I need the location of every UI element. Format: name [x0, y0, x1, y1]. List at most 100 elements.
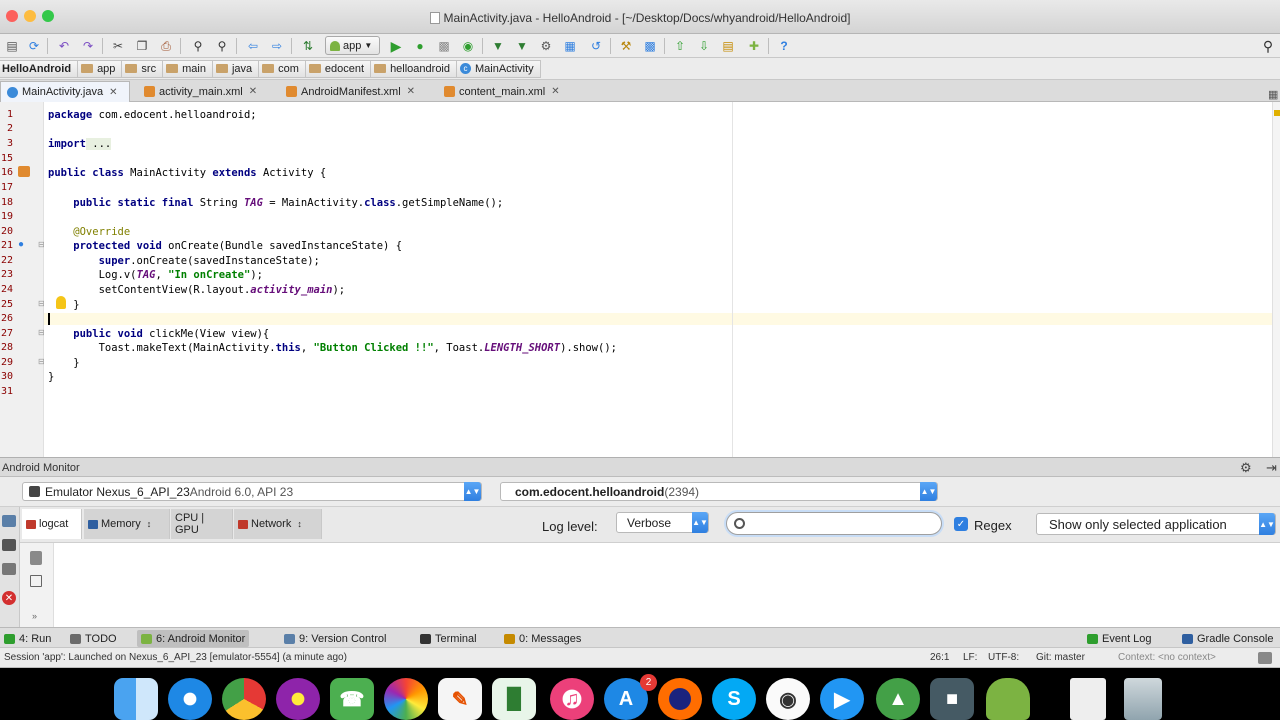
- screenshot-icon[interactable]: [2, 515, 16, 527]
- tool-tab-run[interactable]: 4: Run: [0, 630, 55, 647]
- trash-icon[interactable]: [30, 551, 42, 565]
- sync-icon[interactable]: ⟳: [26, 38, 42, 54]
- gradle-sync-icon[interactable]: ↺: [588, 38, 604, 54]
- copy-icon[interactable]: ❐: [134, 38, 150, 54]
- redo-icon[interactable]: ↷: [80, 38, 96, 54]
- lightbulb-icon[interactable]: [56, 296, 66, 309]
- debug-icon[interactable]: ●: [412, 38, 428, 54]
- push-icon[interactable]: ⇧: [672, 38, 688, 54]
- close-icon[interactable]: ✕: [551, 86, 559, 97]
- tool-tab-gradle-console[interactable]: Gradle Console: [1178, 630, 1277, 647]
- gear-icon[interactable]: ⚙: [1240, 460, 1252, 476]
- pages-icon[interactable]: ✎: [438, 678, 482, 720]
- system-info-icon[interactable]: [2, 563, 16, 575]
- fold-icon[interactable]: ⊟: [38, 328, 45, 337]
- vcs-icon[interactable]: ▤: [720, 38, 736, 54]
- layout-inspector-icon[interactable]: ▩: [642, 38, 658, 54]
- more-options-icon[interactable]: »: [32, 611, 37, 621]
- attach-debugger-icon[interactable]: ▩: [436, 38, 452, 54]
- terminate-app-icon[interactable]: ✕: [2, 591, 16, 605]
- process-select[interactable]: com.edocent.helloandroid (2394) ▲▼: [500, 482, 938, 501]
- android-studio-icon[interactable]: ▲: [876, 678, 920, 720]
- breadcrumb-src[interactable]: src: [122, 59, 164, 78]
- evernote-icon[interactable]: ◉: [766, 678, 810, 720]
- fold-icon[interactable]: ⊟: [38, 240, 45, 249]
- facetime-icon[interactable]: ☎: [330, 678, 374, 720]
- coverage-icon[interactable]: ◉: [460, 38, 476, 54]
- tab-content-main-xml[interactable]: content_main.xml ✕: [438, 81, 576, 102]
- tab-mainactivity-java[interactable]: MainActivity.java ✕: [0, 81, 130, 102]
- file-encoding[interactable]: UTF-8:: [988, 652, 1019, 663]
- tab-network[interactable]: Network ↕: [234, 509, 322, 539]
- close-icon[interactable]: ✕: [407, 86, 415, 97]
- search-input[interactable]: [751, 516, 931, 531]
- git-branch[interactable]: Git: master: [1036, 652, 1085, 663]
- breadcrumb-app[interactable]: app: [78, 59, 123, 78]
- tab-androidmanifest-xml[interactable]: AndroidManifest.xml ✕: [280, 81, 430, 102]
- photos-icon[interactable]: [384, 678, 428, 720]
- tool-tab-version-control[interactable]: 9: Version Control: [280, 630, 390, 647]
- finder-icon[interactable]: [114, 678, 158, 720]
- pull-icon[interactable]: ⇩: [696, 38, 712, 54]
- numbers-icon[interactable]: █: [492, 678, 536, 720]
- breadcrumb-project[interactable]: HelloAndroid: [0, 59, 79, 78]
- safari-icon[interactable]: [168, 678, 212, 720]
- breadcrumb-main[interactable]: main: [163, 59, 213, 78]
- itunes-icon[interactable]: ♫: [550, 678, 594, 720]
- find-icon[interactable]: ⚲: [190, 38, 206, 54]
- search-everywhere-icon[interactable]: ⚲: [1260, 38, 1276, 54]
- activity-marker-icon[interactable]: [18, 166, 30, 177]
- skype-icon[interactable]: S: [712, 678, 756, 720]
- tab-logcat[interactable]: logcat: [22, 509, 82, 539]
- breadcrumb-helloandroid[interactable]: helloandroid: [371, 59, 457, 78]
- device-monitor-icon[interactable]: ⚙: [538, 38, 554, 54]
- forward-icon[interactable]: ⇨: [269, 38, 285, 54]
- settings-icon[interactable]: ⚒: [618, 38, 634, 54]
- tool-tab-android-monitor[interactable]: 6: Android Monitor: [137, 630, 250, 647]
- avd-manager-icon[interactable]: ▼: [514, 38, 530, 54]
- logcat-filter-select[interactable]: Show only selected application ▲▼: [1036, 513, 1276, 535]
- device-select[interactable]: Emulator Nexus_6_API_23 Android 6.0, API…: [22, 482, 482, 501]
- tool-tab-terminal[interactable]: Terminal: [416, 630, 481, 647]
- project-structure-icon[interactable]: ▦: [562, 38, 578, 54]
- help-button[interactable]: ?: [776, 38, 792, 54]
- warning-marker[interactable]: [1274, 110, 1280, 116]
- android-device-icon[interactable]: ✚: [746, 38, 762, 54]
- cut-icon[interactable]: ✂: [110, 38, 126, 54]
- caret-position[interactable]: 26:1: [930, 652, 949, 663]
- sdk-manager-icon[interactable]: ▼: [490, 38, 506, 54]
- tool-tab-todo[interactable]: TODO: [66, 630, 121, 647]
- paste-icon[interactable]: ⎙: [158, 38, 174, 54]
- back-icon[interactable]: ⇦: [245, 38, 261, 54]
- run-icon[interactable]: ▶: [388, 38, 404, 54]
- tab-cpu-gpu[interactable]: CPU | GPU: [171, 509, 233, 539]
- event-icon[interactable]: [1258, 652, 1272, 664]
- android-emulator-icon[interactable]: [986, 678, 1030, 720]
- close-icon[interactable]: ✕: [249, 86, 257, 97]
- breadcrumb-edocent[interactable]: edocent: [305, 59, 372, 78]
- tab-memory[interactable]: Memory ↕: [84, 509, 170, 539]
- code-editor[interactable]: 1 2 3 15 16 17 18 19 20 21 22 23 24 25 2…: [0, 102, 1280, 457]
- firefox-icon[interactable]: [658, 678, 702, 720]
- chrome-icon[interactable]: [222, 678, 266, 720]
- fold-icon[interactable]: ⊟: [38, 357, 45, 366]
- scroll-to-end-icon[interactable]: [30, 575, 42, 587]
- screen-record-icon[interactable]: [2, 539, 16, 551]
- hide-panel-icon[interactable]: ⇥: [1266, 460, 1277, 476]
- regex-checkbox[interactable]: ✓: [954, 517, 968, 531]
- log-level-select[interactable]: Verbose ▲▼: [616, 512, 709, 533]
- close-icon[interactable]: ✕: [109, 87, 117, 98]
- breadcrumb-com[interactable]: com: [259, 59, 306, 78]
- line-separator[interactable]: LF:: [963, 652, 977, 663]
- editor-scrollbar[interactable]: [1272, 102, 1280, 457]
- logcat-output[interactable]: »: [20, 543, 1280, 627]
- zoom-icon[interactable]: ▶: [820, 678, 864, 720]
- save-all-icon[interactable]: ▤: [4, 38, 20, 54]
- tab-activity-main-xml[interactable]: activity_main.xml ✕: [138, 81, 270, 102]
- make-project-icon[interactable]: ⇅: [300, 38, 316, 54]
- breadcrumb-java[interactable]: java: [212, 59, 260, 78]
- tool-tab-messages[interactable]: 0: Messages: [500, 630, 585, 647]
- replace-icon[interactable]: ⚲: [214, 38, 230, 54]
- document-icon[interactable]: [1070, 678, 1106, 720]
- imovie-icon[interactable]: ■: [930, 678, 974, 720]
